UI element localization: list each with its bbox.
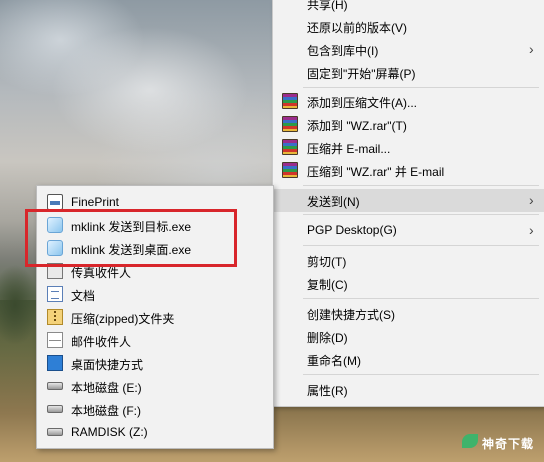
- menu-item-send-to[interactable]: 发送到(N) ›: [273, 189, 544, 212]
- zip-folder-icon: [47, 309, 63, 325]
- send-to-item-label: FinePrint: [71, 195, 120, 209]
- menu-item-label: 固定到"开始"屏幕(P): [307, 67, 416, 81]
- documents-icon: [47, 286, 63, 302]
- menu-item-pin-to-start[interactable]: 固定到"开始"屏幕(P): [273, 61, 544, 84]
- menu-item-copy[interactable]: 复制(C): [273, 272, 544, 295]
- menu-separator: [303, 298, 539, 299]
- menu-item-label: 删除(D): [307, 331, 348, 345]
- menu-item-rename[interactable]: 重命名(M): [273, 348, 544, 371]
- menu-item-create-shortcut[interactable]: 创建快捷方式(S): [273, 302, 544, 325]
- menu-item-label: 复制(C): [307, 278, 348, 292]
- menu-item-cut[interactable]: 剪切(T): [273, 249, 544, 272]
- send-to-item-ramdisk-z[interactable]: RAMDISK (Z:): [37, 420, 273, 443]
- desktop-icon: [47, 355, 63, 371]
- menu-separator: [303, 245, 539, 246]
- menu-item-add-to-archive[interactable]: 添加到压缩文件(A)...: [273, 90, 544, 113]
- winrar-icon: [282, 93, 298, 109]
- send-to-item-desktop-shortcut[interactable]: 桌面快捷方式: [37, 351, 273, 374]
- chevron-right-icon: ›: [529, 192, 534, 208]
- menu-separator: [303, 374, 539, 375]
- watermark-text: 神奇下载: [482, 437, 535, 451]
- send-to-item-zipped-folder[interactable]: 压缩(zipped)文件夹: [37, 305, 273, 328]
- menu-item-label: 重命名(M): [307, 354, 361, 368]
- menu-item-restore-previous-versions[interactable]: 还原以前的版本(V): [273, 15, 544, 38]
- menu-item-label: 压缩到 "WZ.rar" 并 E-mail: [307, 165, 445, 179]
- winrar-icon: [282, 116, 298, 132]
- menu-item-share[interactable]: 共享(H): [273, 0, 544, 15]
- send-to-item-label: 邮件收件人: [71, 335, 132, 349]
- send-to-item-label: RAMDISK (Z:): [71, 425, 148, 439]
- menu-item-label: 添加到压缩文件(A)...: [307, 96, 417, 110]
- menu-item-pgp-desktop[interactable]: PGP Desktop(G) ›: [273, 219, 544, 242]
- drive-icon: [47, 382, 63, 390]
- menu-item-include-in-library[interactable]: 包含到库中(I) ›: [273, 38, 544, 61]
- send-to-item-label: 压缩(zipped)文件夹: [71, 312, 175, 326]
- annotation-highlight-box: [25, 209, 237, 267]
- leaf-icon: [462, 434, 478, 448]
- chevron-right-icon: ›: [529, 222, 534, 238]
- drive-icon: [47, 428, 63, 436]
- send-to-item-drive-f[interactable]: 本地磁盘 (F:): [37, 397, 273, 420]
- menu-item-label: 共享(H): [307, 0, 348, 12]
- drive-icon: [47, 405, 63, 413]
- menu-item-label: 压缩并 E-mail...: [307, 142, 391, 156]
- menu-item-compress-to-wz-rar-and-email[interactable]: 压缩到 "WZ.rar" 并 E-mail: [273, 159, 544, 182]
- menu-item-label: 发送到(N): [307, 195, 360, 209]
- chevron-right-icon: ›: [529, 41, 534, 57]
- menu-separator: [303, 87, 539, 88]
- send-to-item-label: 文档: [71, 289, 96, 303]
- send-to-item-drive-e[interactable]: 本地磁盘 (E:): [37, 374, 273, 397]
- send-to-item-label: 桌面快捷方式: [71, 358, 144, 372]
- send-to-item-label: 本地磁盘 (F:): [71, 404, 141, 418]
- wallpaper-tree: [0, 255, 40, 375]
- menu-item-label: 属性(R): [307, 384, 348, 398]
- menu-item-label: 剪切(T): [307, 255, 347, 269]
- winrar-icon: [282, 162, 298, 178]
- send-to-item-documents[interactable]: 文档: [37, 282, 273, 305]
- menu-item-compress-and-email[interactable]: 压缩并 E-mail...: [273, 136, 544, 159]
- mail-icon: [47, 332, 63, 348]
- menu-item-properties[interactable]: 属性(R): [273, 378, 544, 401]
- menu-item-label: 添加到 "WZ.rar"(T): [307, 119, 407, 133]
- menu-separator: [303, 214, 539, 215]
- menu-item-label: 创建快捷方式(S): [307, 308, 395, 322]
- winrar-icon: [282, 139, 298, 155]
- send-to-item-mail-recipient[interactable]: 邮件收件人: [37, 328, 273, 351]
- menu-item-label: PGP Desktop(G): [307, 223, 397, 237]
- menu-item-add-to-wz-rar[interactable]: 添加到 "WZ.rar"(T): [273, 113, 544, 136]
- menu-item-label: 还原以前的版本(V): [307, 21, 407, 35]
- menu-separator: [303, 185, 539, 186]
- menu-item-delete[interactable]: 删除(D): [273, 325, 544, 348]
- menu-item-label: 包含到库中(I): [307, 44, 379, 58]
- watermark-logo: 神奇下载: [462, 431, 538, 453]
- send-to-item-label: 本地磁盘 (E:): [71, 381, 142, 395]
- printer-icon: [47, 194, 63, 210]
- context-menu: 共享(H) 还原以前的版本(V) 包含到库中(I) › 固定到"开始"屏幕(P)…: [272, 0, 544, 407]
